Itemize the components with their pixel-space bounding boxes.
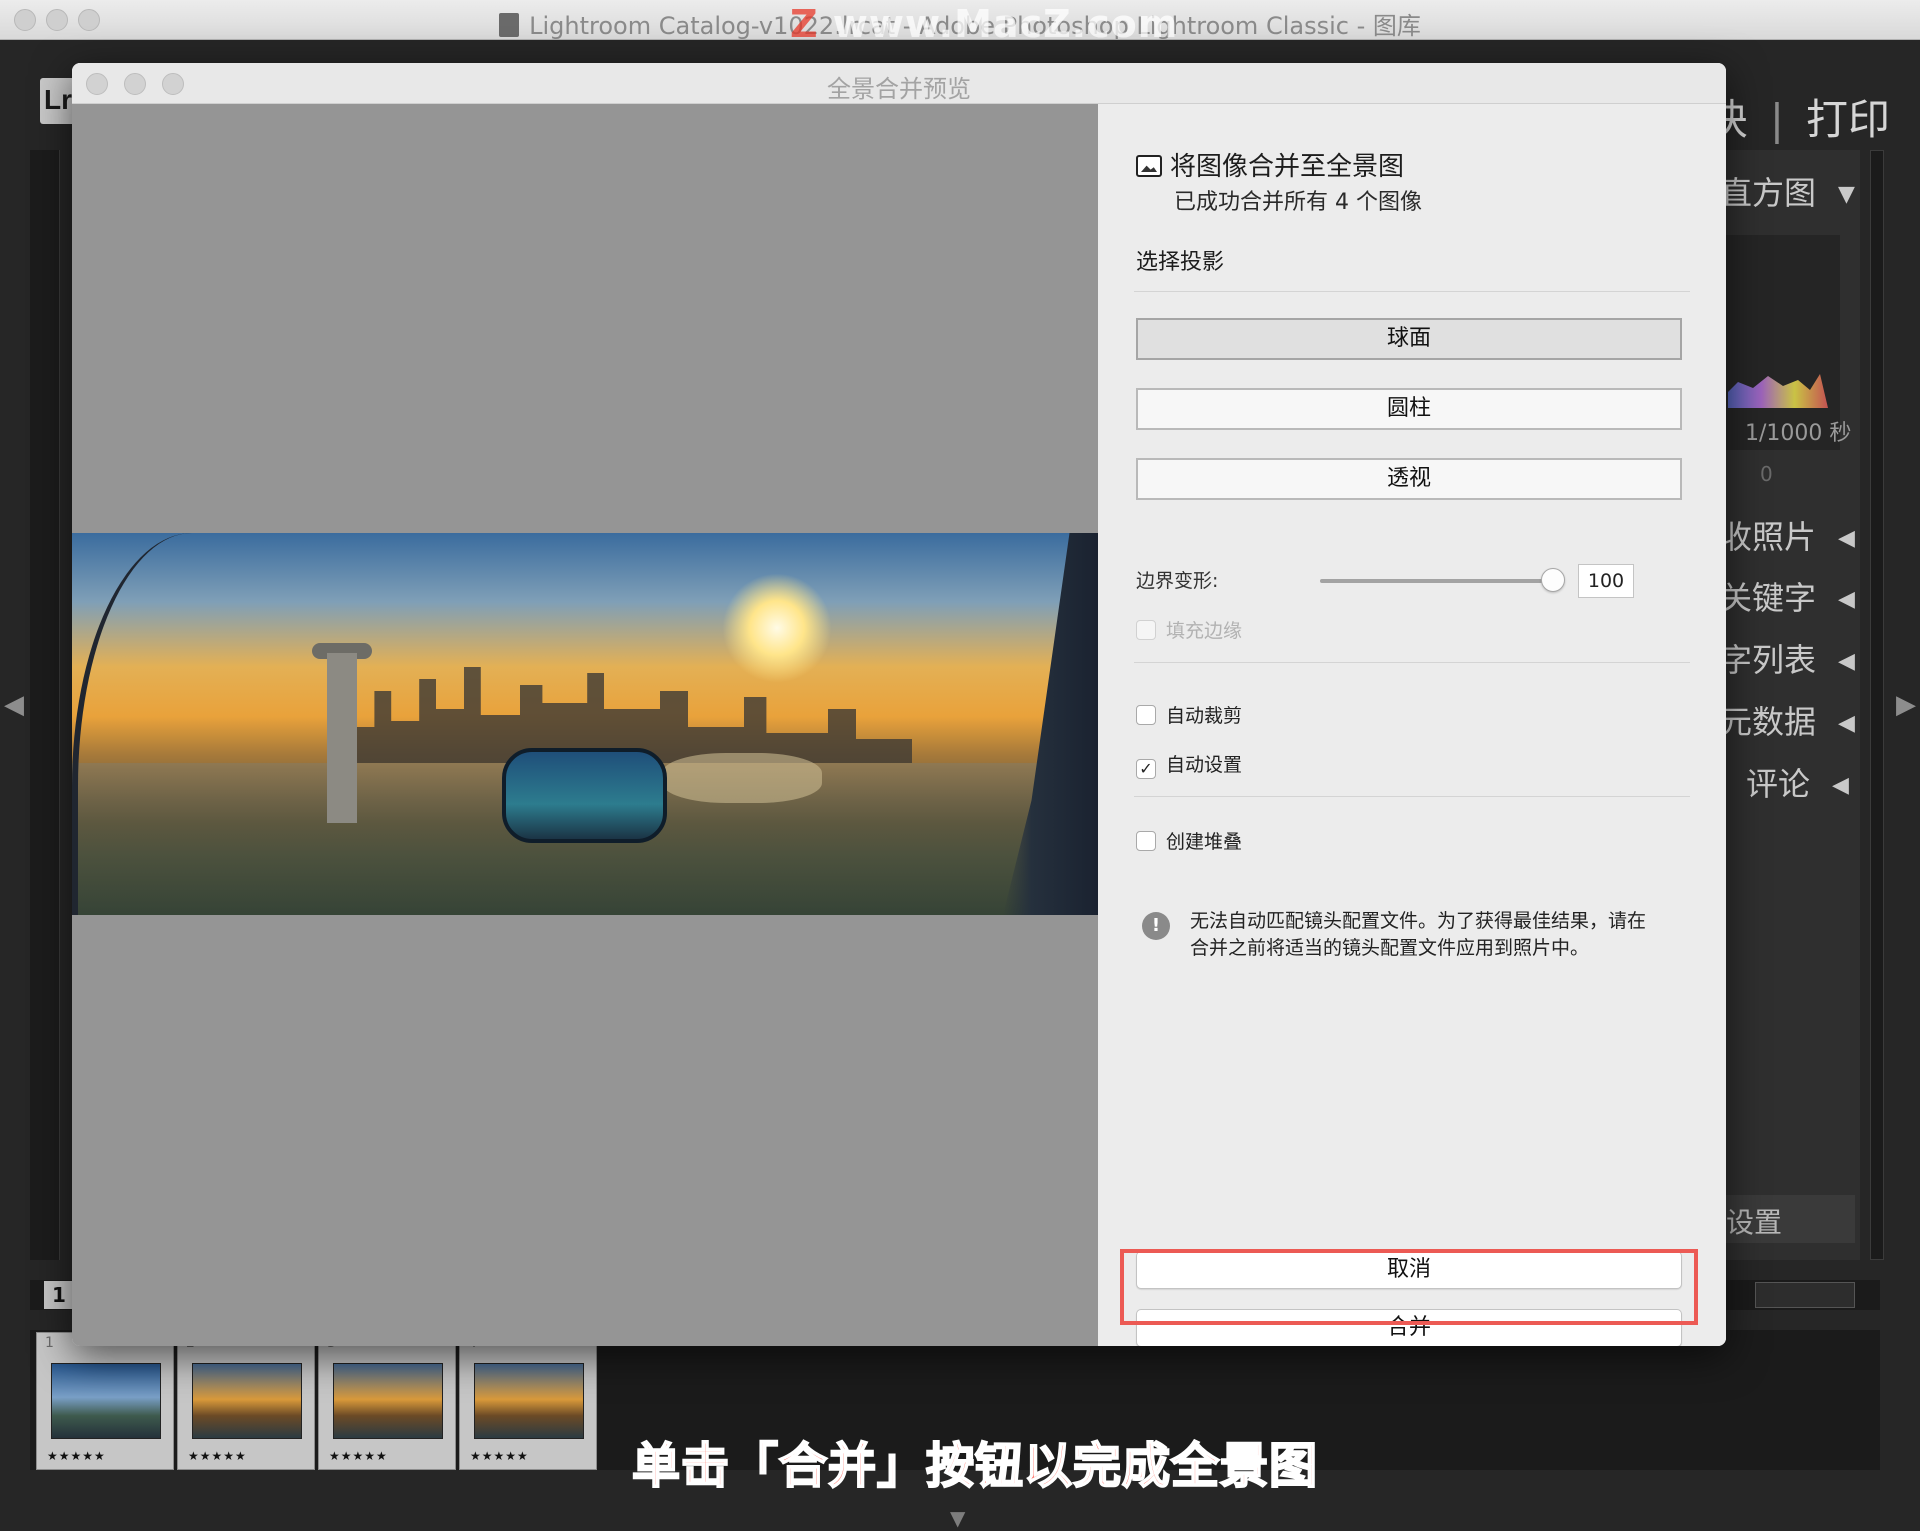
ferris-wheel-cabin xyxy=(502,748,667,843)
boundary-warp-input[interactable]: 100 xyxy=(1578,564,1634,598)
panorama-preview-area xyxy=(72,104,1098,1346)
metadata-label: 元数据 xyxy=(1720,703,1817,741)
keywording-header[interactable]: 关键字 ◀ xyxy=(1720,573,1855,619)
panorama-preview-image xyxy=(72,533,1098,915)
dialog-title: 全景合并预览 xyxy=(827,75,971,103)
keywording-label: 关键字 xyxy=(1720,579,1817,617)
star-rating: ★★★★★ xyxy=(188,1449,247,1463)
divider xyxy=(1134,291,1690,292)
panorama-icon xyxy=(1136,155,1162,177)
hotel-tower xyxy=(327,653,357,823)
exposure-count: 0 xyxy=(1760,462,1773,486)
exposure-info: 1/1000 秒 xyxy=(1745,421,1852,446)
triangle-left-icon: ◀ xyxy=(1838,649,1855,674)
filmstrip-thumbnail[interactable]: 3 ★★★★★ xyxy=(318,1332,456,1470)
thumbnail-image xyxy=(51,1363,161,1439)
catalog-icon xyxy=(499,13,520,37)
city-skyline xyxy=(352,667,912,763)
filmstrip-toggle-icon[interactable]: ▼ xyxy=(950,1506,965,1530)
projection-cylindrical-button[interactable]: 圆柱 xyxy=(1136,388,1682,430)
histogram-label: 直方图 xyxy=(1720,174,1817,212)
merge-header: 将图像合并至全景图 xyxy=(1136,146,1404,183)
star-rating: ★★★★★ xyxy=(470,1449,529,1463)
boundary-warp-slider[interactable] xyxy=(1320,579,1560,583)
sun xyxy=(722,573,832,683)
secondary-display-button[interactable]: 1 xyxy=(44,1281,74,1309)
projection-perspective-button[interactable]: 透视 xyxy=(1136,458,1682,500)
create-stack-label: 创建堆叠 xyxy=(1166,831,1243,853)
boundary-warp-label: 边界变形: xyxy=(1136,570,1219,592)
window-titlebar: Lightroom Catalog-v1022.lrcat - Adobe Ph… xyxy=(0,0,1920,46)
auto-settings-label: 自动设置 xyxy=(1166,754,1243,776)
checkmark-icon[interactable]: ✓ xyxy=(1136,759,1156,779)
auto-settings-checkbox[interactable]: ✓ 自动设置 xyxy=(1136,750,1242,779)
merge-status: 已成功合并所有 4 个图像 xyxy=(1174,190,1422,215)
tutorial-caption: 单击「合并」按钮以完成全景图 xyxy=(631,1437,1319,1495)
warning-icon: ! xyxy=(1142,912,1170,940)
divider xyxy=(1134,796,1690,797)
thumbnail-image xyxy=(333,1363,443,1439)
star-rating: ★★★★★ xyxy=(47,1449,106,1463)
right-panel-toggle-icon[interactable]: ▶ xyxy=(1896,690,1916,720)
histogram-header[interactable]: 直方图 ▼ xyxy=(1720,168,1855,214)
sync-settings-button[interactable]: 设置 xyxy=(1720,1195,1855,1243)
divider xyxy=(1134,662,1690,663)
boundary-warp-slider-thumb[interactable] xyxy=(1541,568,1565,592)
thumbnail-number: 1 xyxy=(45,1335,54,1351)
merge-header-text: 将图像合并至全景图 xyxy=(1170,152,1405,182)
quick-develop-header[interactable]: 收照片 ◀ xyxy=(1720,512,1855,558)
keyword-list-label: 字列表 xyxy=(1720,641,1817,679)
triangle-down-icon: ▼ xyxy=(1838,182,1855,207)
panorama-merge-dialog: 全景合并预览 将图像合并至全景图 已成功合并所有 4 个图像 选择投影 球面 圆… xyxy=(72,63,1726,1346)
module-print[interactable]: 打印 xyxy=(1806,95,1890,144)
merge-button-highlight xyxy=(1120,1249,1698,1325)
checkbox-box[interactable] xyxy=(1136,831,1156,851)
triangle-left-icon: ◀ xyxy=(1832,773,1849,798)
module-separator: | xyxy=(1769,95,1784,144)
metadata-header[interactable]: 元数据 ◀ xyxy=(1720,697,1855,743)
dialog-titlebar: 全景合并预览 xyxy=(72,63,1726,104)
checkbox-box[interactable] xyxy=(1136,705,1156,725)
merge-options-panel: 将图像合并至全景图 已成功合并所有 4 个图像 选择投影 球面 圆柱 透视 边界… xyxy=(1098,104,1726,1346)
bay-water xyxy=(662,753,822,803)
window-frame-left xyxy=(72,533,192,915)
triangle-left-icon: ◀ xyxy=(1838,526,1855,551)
auto-crop-checkbox[interactable]: 自动裁剪 xyxy=(1136,701,1242,728)
triangle-left-icon: ◀ xyxy=(1838,711,1855,736)
fill-edges-checkbox[interactable]: 填充边缘 xyxy=(1136,616,1242,643)
projection-label: 选择投影 xyxy=(1136,250,1225,275)
checkbox-box[interactable] xyxy=(1136,620,1156,640)
projection-spherical-button[interactable]: 球面 xyxy=(1136,318,1682,360)
create-stack-checkbox[interactable]: 创建堆叠 xyxy=(1136,827,1242,854)
filmstrip-thumbnail[interactable]: 4 ★★★★★ xyxy=(459,1332,597,1470)
left-panel-toggle-icon[interactable]: ◀ xyxy=(4,690,24,720)
quick-develop-label: 收照片 xyxy=(1720,518,1817,556)
keyword-list-header[interactable]: 字列表 ◀ xyxy=(1720,635,1855,681)
filmstrip-thumbnail[interactable]: 1 ★★★★★ xyxy=(36,1332,174,1470)
window-frame-right xyxy=(1003,533,1098,915)
thumbnail-image xyxy=(474,1363,584,1439)
lens-profile-warning: 无法自动匹配镜头配置文件。为了获得最佳结果，请在合并之前将适当的镜头配置文件应用… xyxy=(1190,910,1647,959)
fill-edges-label: 填充边缘 xyxy=(1166,620,1243,642)
comments-label: 评论 xyxy=(1746,765,1811,803)
comments-header[interactable]: 评论 ◀ xyxy=(1720,759,1855,805)
left-panel-collapsed xyxy=(30,150,60,1260)
star-rating: ★★★★★ xyxy=(329,1449,388,1463)
auto-crop-label: 自动裁剪 xyxy=(1166,705,1243,727)
thumbnail-image xyxy=(192,1363,302,1439)
right-panel-scrollbar[interactable] xyxy=(1870,150,1884,1260)
triangle-left-icon: ◀ xyxy=(1838,587,1855,612)
filmstrip-filter-select[interactable] xyxy=(1755,1282,1855,1308)
filmstrip-thumbnail[interactable]: 2 ★★★★★ xyxy=(177,1332,315,1470)
